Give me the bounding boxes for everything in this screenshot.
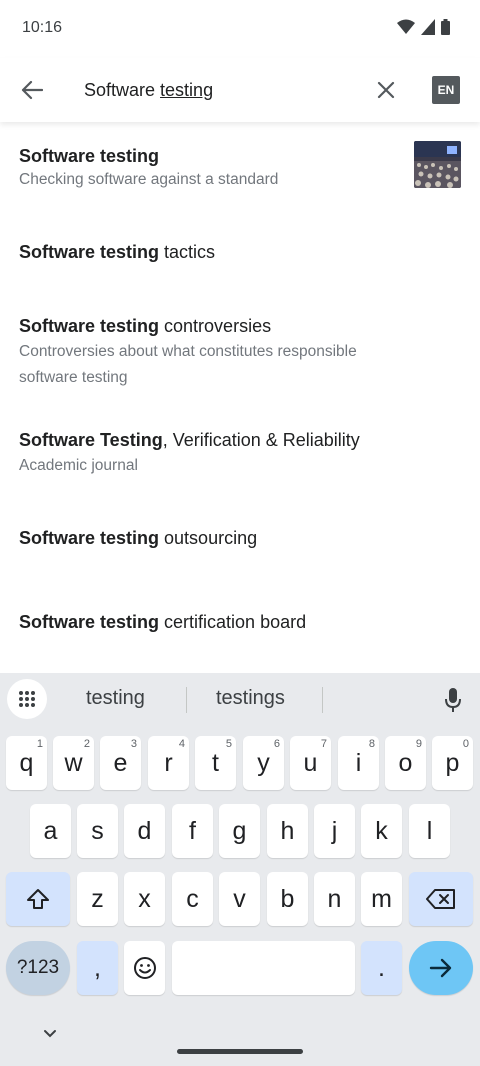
search-query-prefix: Software xyxy=(84,80,161,100)
search-query-composing: testing xyxy=(160,80,214,100)
result-title-match: Software Testing xyxy=(19,430,163,450)
key-g[interactable]: g xyxy=(219,804,260,858)
result-title-rest: controversies xyxy=(159,316,272,336)
result-title-rest: outsourcing xyxy=(159,528,258,548)
arrow-left-icon xyxy=(21,80,43,100)
result-title-match: Software testing xyxy=(19,242,160,262)
key-v[interactable]: v xyxy=(219,872,260,926)
result-description: Controversies about what constitutes res… xyxy=(19,343,357,386)
search-header: Software testing EN xyxy=(0,58,480,122)
apps-grid-icon xyxy=(19,691,35,707)
shift-icon xyxy=(27,889,49,909)
result-title-match: Software testing xyxy=(19,146,160,166)
key-q[interactable]: q1 xyxy=(6,736,47,790)
result-title-match: Software testing xyxy=(19,528,160,548)
result-title-rest: certification board xyxy=(159,612,307,632)
result-title: Software testing controversies xyxy=(19,316,271,337)
result-description: Academic journal xyxy=(19,457,138,474)
result-item[interactable]: Software testing tactics xyxy=(0,212,480,292)
result-item[interactable]: Software testing certification board xyxy=(0,582,480,662)
key-z[interactable]: z xyxy=(77,872,118,926)
back-button[interactable] xyxy=(14,72,50,108)
search-input[interactable]: Software testing xyxy=(84,76,354,104)
home-gesture-bar[interactable] xyxy=(177,1049,303,1054)
key-n[interactable]: n xyxy=(314,872,355,926)
result-title: Software testing tactics xyxy=(19,242,215,263)
result-item[interactable]: Software testing controversies Controver… xyxy=(0,292,480,402)
key-f[interactable]: f xyxy=(172,804,213,858)
key-p[interactable]: p0 xyxy=(432,736,473,790)
battery-icon xyxy=(441,19,450,35)
arrow-right-icon xyxy=(429,958,452,978)
suggestion-item[interactable]: testings xyxy=(216,687,285,710)
result-title: Software testing outsourcing xyxy=(19,528,257,549)
result-title-rest: tactics xyxy=(159,242,216,262)
key-d[interactable]: d xyxy=(124,804,165,858)
result-title: Software Testing, Verification & Reliabi… xyxy=(19,430,360,451)
suggestion-strip: testing testings xyxy=(0,673,480,727)
close-icon xyxy=(377,81,395,99)
key-r[interactable]: r4 xyxy=(148,736,189,790)
on-screen-keyboard: testing testings q1 w2 e3 r4 t5 y6 u7 i8… xyxy=(0,673,480,1066)
key-k[interactable]: k xyxy=(361,804,402,858)
chevron-down-icon xyxy=(44,1030,56,1038)
key-l[interactable]: l xyxy=(409,804,450,858)
key-x[interactable]: x xyxy=(124,872,165,926)
key-t[interactable]: t5 xyxy=(195,736,236,790)
symbols-key[interactable]: ?123 xyxy=(6,941,70,995)
comma-key[interactable]: , xyxy=(77,941,118,995)
suggestion-divider xyxy=(322,687,323,713)
result-title-rest: , Verification & Reliability xyxy=(162,430,360,450)
status-icons xyxy=(397,19,450,35)
emoji-icon xyxy=(133,957,156,979)
result-title: Software testing xyxy=(19,146,159,167)
key-e[interactable]: e3 xyxy=(100,736,141,790)
emoji-key[interactable] xyxy=(124,941,165,995)
clear-search-button[interactable] xyxy=(368,72,404,108)
key-s[interactable]: s xyxy=(77,804,118,858)
key-i[interactable]: i8 xyxy=(338,736,379,790)
key-u[interactable]: u7 xyxy=(290,736,331,790)
result-item[interactable]: Software Testing, Verification & Reliabi… xyxy=(0,402,480,492)
result-description: Checking software against a standard xyxy=(19,171,279,188)
microphone-icon xyxy=(445,688,461,712)
key-b[interactable]: b xyxy=(267,872,308,926)
space-key[interactable] xyxy=(172,941,355,995)
key-y[interactable]: y6 xyxy=(243,736,284,790)
key-o[interactable]: o9 xyxy=(385,736,426,790)
status-time: 10:16 xyxy=(22,19,63,36)
backspace-icon xyxy=(426,889,455,909)
key-h[interactable]: h xyxy=(267,804,308,858)
period-key[interactable]: . xyxy=(361,941,402,995)
key-m[interactable]: m xyxy=(361,872,402,926)
key-j[interactable]: j xyxy=(314,804,355,858)
result-title-match: Software testing xyxy=(19,612,160,632)
result-title-match: Software testing xyxy=(19,316,160,336)
wifi-icon xyxy=(397,19,415,34)
backspace-key[interactable] xyxy=(409,872,473,926)
result-item[interactable]: Software testing Checking software again… xyxy=(0,122,480,212)
suggestion-divider xyxy=(186,687,187,713)
result-title: Software testing certification board xyxy=(19,612,306,633)
key-a[interactable]: a xyxy=(30,804,71,858)
hide-keyboard-button[interactable] xyxy=(40,1027,60,1046)
status-bar: 10:16 xyxy=(0,0,480,58)
result-item[interactable]: Software testing outsourcing xyxy=(0,492,480,582)
suggestion-item[interactable]: testing xyxy=(86,687,145,710)
key-c[interactable]: c xyxy=(172,872,213,926)
signal-icon xyxy=(421,19,435,35)
language-button[interactable]: EN xyxy=(432,76,460,104)
enter-key[interactable] xyxy=(409,941,473,995)
navigation-bar xyxy=(0,1013,480,1066)
keyboard-menu-button[interactable] xyxy=(7,679,47,719)
shift-key[interactable] xyxy=(6,872,70,926)
result-thumbnail xyxy=(414,141,461,188)
key-w[interactable]: w2 xyxy=(53,736,94,790)
voice-input-button[interactable] xyxy=(436,683,470,717)
